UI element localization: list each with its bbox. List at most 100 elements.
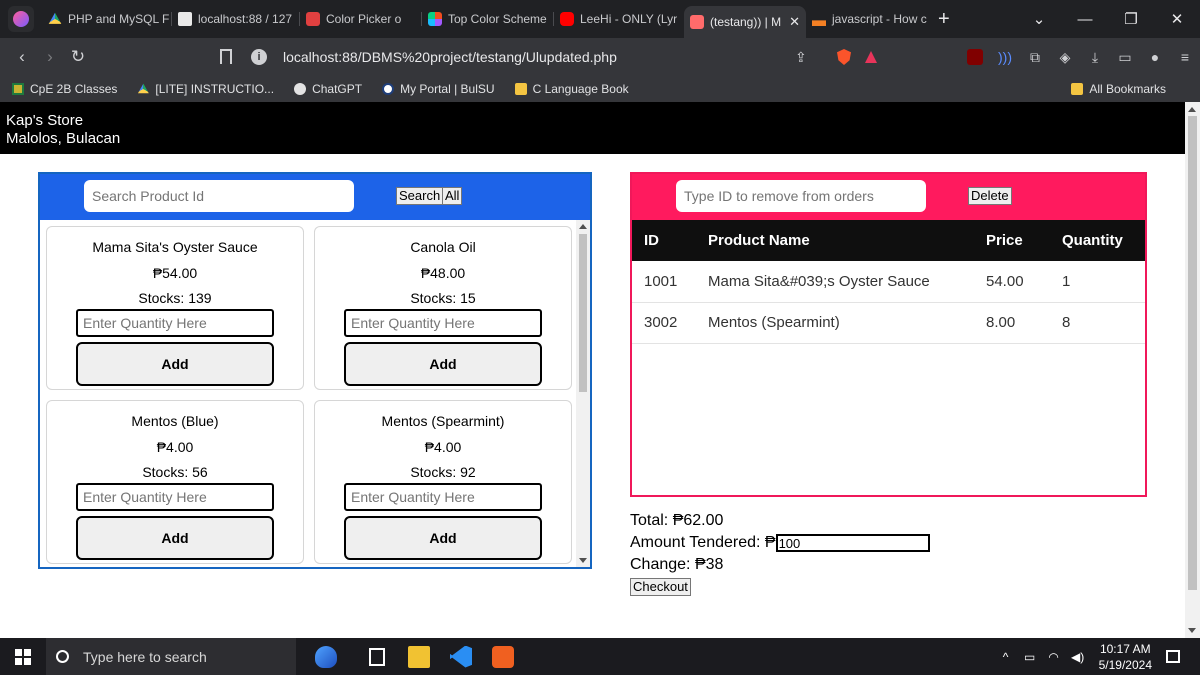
notification-icon[interactable]: [1166, 650, 1180, 663]
profile-icon[interactable]: ●: [1140, 49, 1170, 65]
remove-order-bar: Delete: [632, 174, 1145, 220]
google-drive-icon: [137, 83, 149, 94]
add-button[interactable]: Add: [76, 516, 274, 560]
scroll-up-arrow-icon[interactable]: [579, 224, 587, 229]
close-window-icon[interactable]: ✕: [1154, 10, 1200, 28]
column-header-quantity: Quantity: [1050, 220, 1145, 261]
orders-panel: Delete ID Product Name Price Quantity 10…: [630, 172, 1147, 497]
tab-testang-active[interactable]: (testang)) | M ✕: [684, 6, 806, 38]
add-button[interactable]: Add: [344, 516, 542, 560]
classroom-icon: [12, 83, 24, 95]
volume-icon[interactable]: ◀): [1069, 650, 1087, 664]
product-search-bar: Search All: [40, 174, 590, 220]
brave-shield-icon[interactable]: [837, 49, 851, 65]
checkout-summary: Total: ₱62.00 Amount Tendered: ₱ Change:…: [630, 510, 930, 598]
product-stock: Stocks: 56: [142, 464, 208, 480]
extensions-area: ))) ⧉ ◈ ⤓ ▭ ● ≡: [960, 38, 1200, 76]
tab-php-mysql[interactable]: PHP and MySQL F: [42, 4, 172, 34]
tab-search-chevron-icon[interactable]: ⌄: [1016, 10, 1062, 28]
menu-icon[interactable]: ≡: [1170, 49, 1200, 65]
quantity-input[interactable]: [344, 309, 542, 337]
tab-stackoverflow[interactable]: javascript - How c: [806, 4, 930, 34]
wallet-icon[interactable]: ◈: [1050, 49, 1080, 66]
product-list-scrollbar[interactable]: [576, 220, 590, 567]
orders-table: ID Product Name Price Quantity 1001 Mama…: [632, 220, 1145, 344]
close-tab-icon[interactable]: ✕: [789, 14, 800, 30]
clock-date: 5/19/2024: [1098, 657, 1152, 672]
back-icon[interactable]: ‹: [8, 47, 36, 67]
bookmark-my-portal[interactable]: My Portal | BulSU: [382, 82, 495, 96]
windows-start-icon[interactable]: [0, 638, 46, 675]
product-stock: Stocks: 15: [410, 290, 476, 306]
scroll-up-arrow-icon[interactable]: [1188, 107, 1196, 112]
forward-icon[interactable]: ›: [36, 47, 64, 67]
bulsu-icon: [382, 83, 395, 95]
scroll-thumb[interactable]: [579, 234, 587, 392]
product-price: ₱54.00: [152, 265, 198, 281]
table-row: 1001 Mama Sita&#039;s Oyster Sauce 54.00…: [632, 261, 1145, 303]
battery-icon[interactable]: ▭: [1021, 650, 1039, 664]
bookmark-chatgpt[interactable]: ChatGPT: [294, 82, 362, 96]
scroll-down-arrow-icon[interactable]: [579, 558, 587, 563]
address-bar[interactable]: i localhost:88/DBMS%20project/testang/Ul…: [245, 43, 895, 71]
ublock-icon[interactable]: [967, 49, 983, 65]
reload-icon[interactable]: ↻: [64, 47, 92, 67]
taskbar-search[interactable]: Type here to search: [46, 638, 296, 675]
bookmark-icon[interactable]: [220, 49, 232, 64]
new-tab-icon[interactable]: +: [938, 8, 950, 31]
add-button[interactable]: Add: [344, 342, 542, 386]
quantity-input[interactable]: [76, 483, 274, 511]
product-search-input[interactable]: [84, 180, 354, 212]
url-text: localhost:88/DBMS%20project/testang/Ulup…: [283, 49, 617, 65]
taskbar-widget[interactable]: [296, 638, 356, 675]
sidebar-icon[interactable]: ▭: [1110, 49, 1140, 66]
column-header-price: Price: [974, 220, 1050, 261]
taskbar-task-view[interactable]: [356, 638, 398, 675]
quantity-input[interactable]: [344, 483, 542, 511]
product-stock: Stocks: 92: [410, 464, 476, 480]
product-card: Mentos (Spearmint) ₱4.00 Stocks: 92 Add: [314, 400, 572, 564]
messenger-icon[interactable]: [8, 6, 34, 32]
minimize-icon[interactable]: —: [1062, 11, 1108, 28]
taskbar-brave[interactable]: [482, 638, 524, 675]
tab-color-picker[interactable]: Color Picker o: [300, 4, 422, 34]
tray-chevron-icon[interactable]: ^: [997, 650, 1015, 664]
amount-tendered-input[interactable]: [775, 534, 930, 552]
system-clock[interactable]: 10:17 AM 5/19/2024: [1099, 641, 1152, 673]
site-info-icon[interactable]: i: [251, 49, 267, 65]
tab-top-color-scheme[interactable]: Top Color Scheme: [422, 4, 554, 34]
tab-youtube-leehi[interactable]: LeeHi - ONLY (Lyr: [554, 4, 684, 34]
quantity-input[interactable]: [76, 309, 274, 337]
order-price: 8.00: [974, 302, 1050, 344]
all-button[interactable]: All: [442, 187, 463, 205]
vscode-icon: [450, 645, 472, 668]
scroll-thumb[interactable]: [1188, 116, 1197, 590]
search-button[interactable]: Search: [396, 187, 444, 205]
delete-button[interactable]: Delete: [968, 187, 1012, 205]
extensions-puzzle-icon[interactable]: ⧉: [1020, 49, 1050, 66]
tab-phpmyadmin[interactable]: localhost:88 / 127: [172, 4, 300, 34]
file-explorer-icon: [408, 645, 430, 668]
bookmark-c-language-book[interactable]: C Language Book: [514, 82, 629, 96]
taskbar-file-explorer[interactable]: [398, 638, 440, 675]
store-name: Kap's Store: [6, 112, 84, 129]
checkout-button[interactable]: Checkout: [630, 578, 691, 596]
download-icon[interactable]: ⤓: [1080, 49, 1110, 66]
share-icon[interactable]: ⇪: [795, 49, 807, 66]
stackoverflow-icon: [812, 20, 826, 26]
page-viewport: Kap's Store Malolos, Bulacan Search All …: [0, 102, 1185, 638]
wifi-icon[interactable]: ◠: [1045, 650, 1063, 664]
restore-icon[interactable]: ❐: [1108, 10, 1154, 28]
brave-rewards-icon[interactable]: [865, 51, 877, 63]
page-scrollbar[interactable]: [1185, 102, 1200, 638]
taskbar-vscode[interactable]: [440, 638, 482, 675]
scroll-down-arrow-icon[interactable]: [1188, 628, 1196, 633]
bookmark-lite-instructions[interactable]: [LITE] INSTRUCTIO...: [137, 82, 274, 96]
all-bookmarks[interactable]: All Bookmarks: [1071, 82, 1166, 96]
bookmark-cpe-2b[interactable]: CpE 2B Classes: [12, 82, 117, 96]
remove-order-input[interactable]: [676, 180, 926, 212]
wave-extension-icon[interactable]: ))): [990, 49, 1020, 65]
window-controls: ⌄ — ❐ ✕: [1016, 0, 1200, 38]
task-view-icon: [369, 647, 385, 666]
add-button[interactable]: Add: [76, 342, 274, 386]
